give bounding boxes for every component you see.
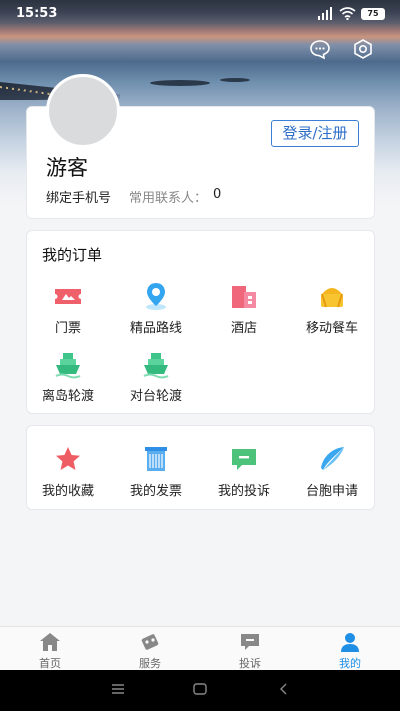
island-silhouette (220, 78, 250, 82)
login-register-button[interactable]: 登录/注册 (271, 120, 359, 147)
tab-service[interactable]: 服务 (100, 631, 200, 671)
ticket-icon (55, 289, 81, 304)
settings-icon[interactable] (352, 38, 374, 60)
system-nav-bar (0, 670, 400, 711)
order-hotel[interactable]: 酒店 (199, 281, 289, 336)
my-complaints-label: 我的投诉 (217, 484, 270, 499)
tab-complaint[interactable]: 投诉 (200, 631, 300, 671)
bind-phone-link[interactable]: 绑定手机号 (46, 187, 111, 206)
status-bar: 15:53 75 (0, 0, 400, 28)
island-silhouette (150, 80, 210, 86)
my-invoices-label: 我的发票 (129, 484, 182, 499)
route-pin-icon (146, 283, 166, 310)
my-complaints[interactable]: 我的投诉 (199, 444, 289, 499)
order-food-cart[interactable]: 移动餐车 (287, 281, 377, 336)
message-icon[interactable] (309, 38, 331, 60)
complaint-icon (232, 449, 256, 470)
battery-icon: 75 (361, 8, 385, 20)
avatar[interactable] (46, 74, 120, 148)
username: 游客 (46, 156, 88, 180)
ferry-icon (55, 353, 81, 379)
home-icon (40, 633, 60, 651)
tab-service-label: 服务 (139, 657, 161, 670)
order-taiwan-ferry-label: 对台轮渡 (129, 389, 182, 404)
tab-profile-label: 我的 (339, 657, 361, 670)
service-icon (141, 634, 159, 650)
hotel-icon (232, 286, 256, 308)
contacts-count: 0 (213, 187, 222, 202)
bottom-tab-bar: 首页 服务 投诉 我的 (0, 626, 400, 670)
tab-complaint-label: 投诉 (239, 657, 261, 670)
invoice-icon (145, 447, 167, 471)
feather-icon (321, 447, 344, 470)
wifi-icon (339, 7, 356, 20)
order-ticket[interactable]: 门票 (23, 281, 113, 336)
home-button-icon[interactable] (193, 683, 207, 695)
compatriot-application-label: 台胞申请 (305, 484, 358, 499)
order-route-label: 精品路线 (129, 321, 182, 336)
order-island-ferry[interactable]: 离岛轮渡 (23, 349, 113, 404)
order-ticket-label: 门票 (54, 321, 81, 336)
menu-icon[interactable] (111, 683, 125, 695)
signal-icon (318, 7, 332, 20)
tab-home-label: 首页 (39, 657, 61, 670)
orders-title: 我的订单 (42, 246, 103, 264)
tab-home[interactable]: 首页 (0, 631, 100, 671)
status-time: 15:53 (16, 6, 58, 21)
order-hotel-label: 酒店 (230, 321, 257, 336)
ferry-icon (143, 353, 169, 379)
food-cart-icon (321, 288, 343, 308)
complaint-tab-icon (241, 634, 259, 650)
my-favorites[interactable]: 我的收藏 (23, 444, 113, 499)
my-favorites-label: 我的收藏 (41, 484, 94, 499)
my-invoices[interactable]: 我的发票 (111, 444, 201, 499)
tab-profile[interactable]: 我的 (300, 631, 400, 671)
order-food-cart-label: 移动餐车 (305, 321, 358, 336)
compatriot-application[interactable]: 台胞申请 (287, 444, 377, 499)
order-route[interactable]: 精品路线 (111, 281, 201, 336)
back-icon[interactable] (278, 683, 290, 695)
order-taiwan-ferry[interactable]: 对台轮渡 (111, 349, 201, 404)
battery-level: 75 (367, 9, 379, 18)
contacts-label[interactable]: 常用联系人： (129, 187, 207, 206)
order-island-ferry-label: 离岛轮渡 (41, 389, 94, 404)
star-icon (56, 447, 80, 470)
profile-icon (341, 633, 359, 652)
